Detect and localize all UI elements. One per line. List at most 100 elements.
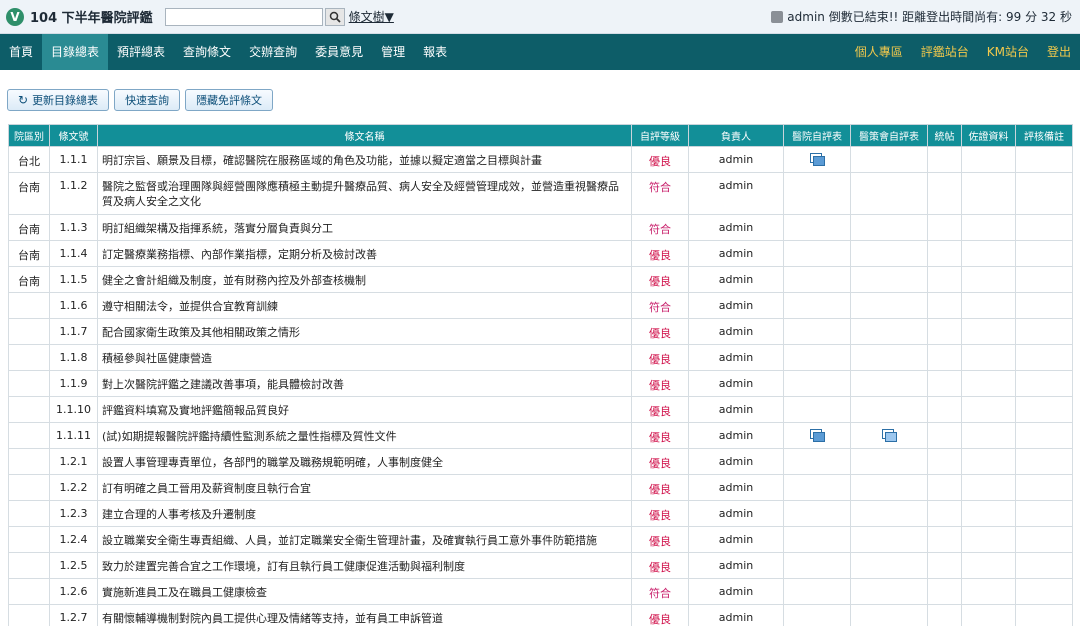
article-name-cell[interactable]: 訂定醫療業務指標、內部作業指標，定期分析及檢討改善: [97, 240, 632, 267]
article-number-cell[interactable]: 1.2.4: [49, 526, 98, 553]
article-number-cell[interactable]: 1.2.7: [49, 604, 98, 626]
hospital-selfeval-cell[interactable]: [783, 500, 851, 527]
review-note-cell[interactable]: [1015, 526, 1073, 553]
article-number-cell[interactable]: 1.1.7: [49, 318, 98, 345]
table-row[interactable]: 1.2.1 設置人事管理專責單位，各部門的職掌及職務規範明確，人事制度健全 優良 ad…: [8, 448, 1073, 475]
hospital-selfeval-cell[interactable]: [783, 172, 851, 215]
table-row[interactable]: 1.2.3 建立合理的人事考核及升遷制度 優良 admin: [8, 500, 1073, 527]
nav-right-item-1[interactable]: 評鑑站台: [912, 34, 978, 70]
table-row[interactable]: 台南 1.1.4 訂定醫療業務指標、內部作業指標，定期分析及檢討改善 優良 admin: [8, 240, 1073, 267]
article-name-cell[interactable]: 配合國家衛生政策及其他相關政策之情形: [97, 318, 632, 345]
hospital-selfeval-cell[interactable]: [783, 396, 851, 423]
evidence-cell[interactable]: [961, 552, 1016, 579]
review-note-cell[interactable]: [1015, 146, 1073, 173]
evidence-cell[interactable]: [961, 344, 1016, 371]
hospital-selfeval-cell[interactable]: [783, 552, 851, 579]
jct-selfeval-cell[interactable]: [850, 292, 928, 319]
hospital-selfeval-cell[interactable]: [783, 422, 851, 449]
article-name-cell[interactable]: (試)如期提報醫院評鑑持續性監測系統之量性指標及質性文件: [97, 422, 632, 449]
evidence-cell[interactable]: [961, 292, 1016, 319]
table-row[interactable]: 1.1.11 (試)如期提報醫院評鑑持續性監測系統之量性指標及質性文件 優良 admi…: [8, 422, 1073, 449]
nav-item-1[interactable]: 目錄總表: [42, 34, 109, 70]
jct-selfeval-cell[interactable]: [850, 448, 928, 475]
hospital-selfeval-cell[interactable]: [783, 292, 851, 319]
hospital-selfeval-cell[interactable]: [783, 214, 851, 241]
evidence-cell[interactable]: [961, 240, 1016, 267]
article-number-cell[interactable]: 1.1.9: [49, 370, 98, 397]
nav-right-item-2[interactable]: KM站台: [978, 34, 1038, 70]
article-number-cell[interactable]: 1.1.5: [49, 266, 98, 293]
jct-selfeval-cell[interactable]: [850, 474, 928, 501]
review-note-cell[interactable]: [1015, 604, 1073, 626]
article-name-cell[interactable]: 設置人事管理專責單位，各部門的職掌及職務規範明確，人事制度健全: [97, 448, 632, 475]
evidence-cell[interactable]: [961, 172, 1016, 215]
article-number-cell[interactable]: 1.1.4: [49, 240, 98, 267]
evidence-cell[interactable]: [961, 370, 1016, 397]
table-row[interactable]: 台南 1.1.2 醫院之監督或治理團隊與經營團隊應積極主動提升醫療品質、病人安全及經…: [8, 172, 1073, 215]
nav-right-item-3[interactable]: 登出: [1038, 34, 1080, 70]
article-name-cell[interactable]: 遵守相關法令，並提供合宜教育訓練: [97, 292, 632, 319]
article-number-cell[interactable]: 1.1.6: [49, 292, 98, 319]
jct-selfeval-cell[interactable]: [850, 604, 928, 626]
nav-item-4[interactable]: 交辦查詢: [240, 34, 306, 70]
column-header[interactable]: 條文號: [49, 124, 98, 147]
evidence-cell[interactable]: [961, 146, 1016, 173]
article-number-cell[interactable]: 1.2.5: [49, 552, 98, 579]
review-note-cell[interactable]: [1015, 422, 1073, 449]
quick-search-button[interactable]: 快速查詢: [114, 89, 181, 111]
article-name-cell[interactable]: 評鑑資料填寫及實地評鑑簡報品質良好: [97, 396, 632, 423]
evidence-cell[interactable]: [961, 604, 1016, 626]
hospital-selfeval-cell[interactable]: [783, 474, 851, 501]
nav-item-6[interactable]: 管理: [372, 34, 414, 70]
review-note-cell[interactable]: [1015, 344, 1073, 371]
hospital-selfeval-cell[interactable]: [783, 146, 851, 173]
nav-item-0[interactable]: 首頁: [0, 34, 42, 70]
hospital-selfeval-cell[interactable]: [783, 318, 851, 345]
jct-selfeval-cell[interactable]: [850, 578, 928, 605]
table-row[interactable]: 1.1.10 評鑑資料填寫及實地評鑑簡報品質良好 優良 admin: [8, 396, 1073, 423]
refresh-catalog-button[interactable]: ↻ 更新目錄總表: [7, 89, 110, 111]
review-note-cell[interactable]: [1015, 370, 1073, 397]
article-name-cell[interactable]: 對上次醫院評鑑之建議改善事項，能具體檢討改善: [97, 370, 632, 397]
evidence-cell[interactable]: [961, 266, 1016, 293]
table-row[interactable]: 1.2.6 實施新進員工及在職員工健康檢查 符合 admin: [8, 578, 1073, 605]
article-number-cell[interactable]: 1.1.8: [49, 344, 98, 371]
hospital-selfeval-cell[interactable]: [783, 604, 851, 626]
column-header[interactable]: 院區別: [8, 124, 50, 147]
table-row[interactable]: 1.2.2 訂有明確之員工晉用及薪資制度且執行合宜 優良 admin: [8, 474, 1073, 501]
article-name-cell[interactable]: 明訂宗旨、願景及目標，確認醫院在服務區域的角色及功能，並據以擬定適當之目標與計畫: [97, 146, 632, 173]
article-number-cell[interactable]: 1.1.1: [49, 146, 98, 173]
article-name-cell[interactable]: 有關懷輔導機制對院內員工提供心理及情緒等支持，並有員工申訴管道: [97, 604, 632, 626]
jct-selfeval-cell[interactable]: [850, 344, 928, 371]
article-number-cell[interactable]: 1.2.2: [49, 474, 98, 501]
nav-item-7[interactable]: 報表: [414, 34, 456, 70]
article-number-cell[interactable]: 1.2.1: [49, 448, 98, 475]
nav-item-5[interactable]: 委員意見: [306, 34, 372, 70]
column-header[interactable]: 醫策會自評表: [850, 124, 928, 147]
article-number-cell[interactable]: 1.1.10: [49, 396, 98, 423]
review-note-cell[interactable]: [1015, 578, 1073, 605]
jct-selfeval-icon[interactable]: [882, 429, 897, 442]
hospital-selfeval-cell[interactable]: [783, 526, 851, 553]
article-name-cell[interactable]: 設立職業安全衛生專責組織、人員，並訂定職業安全衛生管理計畫，及確實執行員工意外事…: [97, 526, 632, 553]
table-row[interactable]: 1.1.8 積極參與社區健康營造 優良 admin: [8, 344, 1073, 371]
search-button[interactable]: [324, 7, 345, 26]
column-header[interactable]: 條文名稱: [97, 124, 632, 147]
column-header[interactable]: 負責人: [688, 124, 784, 147]
jct-selfeval-cell[interactable]: [850, 318, 928, 345]
table-row[interactable]: 台北 1.1.1 明訂宗旨、願景及目標，確認醫院在服務區域的角色及功能，並據以擬定適…: [8, 146, 1073, 173]
article-number-cell[interactable]: 1.1.2: [49, 172, 98, 215]
hospital-selfeval-cell[interactable]: [783, 240, 851, 267]
evidence-cell[interactable]: [961, 578, 1016, 605]
table-row[interactable]: 1.1.9 對上次醫院評鑑之建議改善事項，能具體檢討改善 優良 admin: [8, 370, 1073, 397]
article-number-cell[interactable]: 1.2.6: [49, 578, 98, 605]
hospital-selfeval-cell[interactable]: [783, 578, 851, 605]
search-input[interactable]: [164, 7, 323, 26]
hospital-selfeval-cell[interactable]: [783, 344, 851, 371]
review-note-cell[interactable]: [1015, 318, 1073, 345]
review-note-cell[interactable]: [1015, 396, 1073, 423]
review-note-cell[interactable]: [1015, 172, 1073, 215]
jct-selfeval-cell[interactable]: [850, 240, 928, 267]
article-name-cell[interactable]: 明訂組織架構及指揮系統，落實分層負責與分工: [97, 214, 632, 241]
article-name-cell[interactable]: 醫院之監督或治理團隊與經營團隊應積極主動提升醫療品質、病人安全及經營管理成效，並…: [97, 172, 632, 215]
